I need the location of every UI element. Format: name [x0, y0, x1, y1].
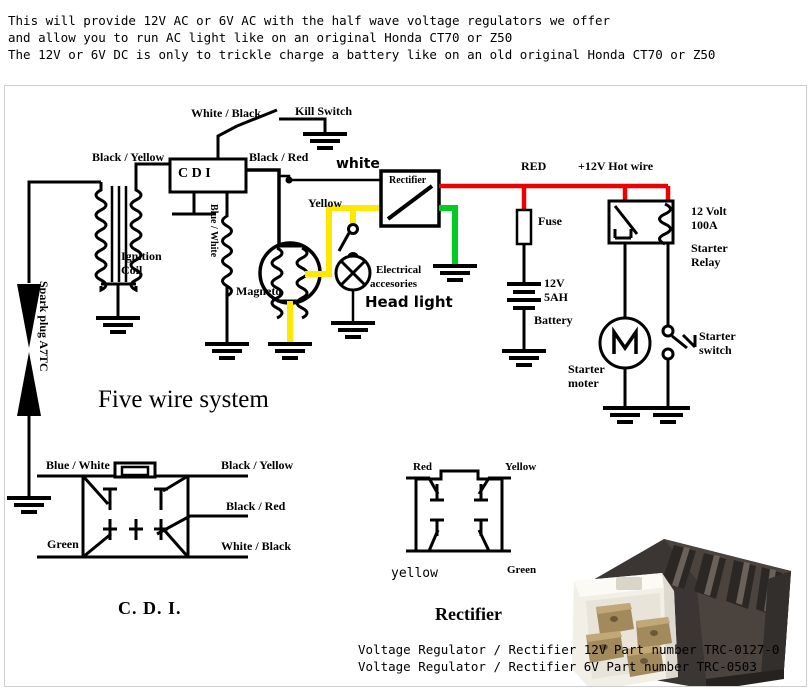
cdi-pin-blue-white: Blue / White [46, 458, 110, 472]
label-black-yellow: Black / Yellow [92, 150, 165, 164]
label-relay-amps: 100A [691, 218, 718, 232]
label-hot-wire: +12V Hot wire [578, 159, 654, 173]
cdi-pin-white-black: White / Black [221, 539, 292, 553]
page-root: This will provide 12V AC or 6V AC with t… [0, 0, 809, 689]
label-white-wire: white [336, 156, 380, 172]
label-ignition-coil-1: Ignition [121, 249, 162, 263]
part-numbers: Voltage Regulator / Rectifier 12V Part n… [358, 641, 803, 675]
label-relay-name-1: Starter [691, 241, 728, 255]
label-starter-switch-1: Starter [699, 329, 736, 343]
label-kill-switch: Kill Switch [295, 104, 353, 118]
label-electrical-1: Electrical [376, 264, 422, 276]
label-head-light: Head light [365, 293, 453, 311]
label-relay-name-2: Relay [691, 255, 721, 269]
label-black-red: Black / Red [249, 150, 309, 164]
label-white-black: White / Black [191, 106, 262, 120]
cdi-pin-black-yellow: Black / Yellow [221, 458, 294, 472]
label-fuse: Fuse [538, 214, 562, 228]
rect-pin-green: Green [507, 564, 537, 576]
rect-pin-red: Red [413, 461, 432, 473]
diagram-frame: White / Black Kill Switch Black / Yellow… [4, 85, 807, 687]
diagram-title: Five wire system [98, 386, 269, 413]
label-yellow-wire: Yellow [308, 196, 342, 210]
label-ignition-coil-2: Coil [121, 263, 143, 277]
label-rectifier-box: Rectifier [389, 175, 427, 186]
rect-pin-yellow-bottom: yellow [391, 566, 438, 581]
label-red: RED [521, 159, 547, 173]
ignition-coil [94, 162, 170, 334]
label-blue-white: Blue / White [208, 204, 219, 258]
starter-switch [644, 324, 697, 424]
note-line-3: The 12V or 6V DC is only to trickle char… [8, 47, 716, 62]
cdi-connector-title: C. D. I. [118, 598, 182, 618]
rect-pin-yellow-top: Yellow [505, 461, 537, 473]
note-line-2: and allow you to run AC light like on an… [8, 30, 513, 45]
starter-relay [607, 199, 675, 326]
part-number-12v: Voltage Regulator / Rectifier 12V Part n… [358, 642, 780, 657]
starter-motor [598, 316, 652, 424]
fuse-battery-circuit [500, 208, 548, 367]
label-starter-switch-2: switch [699, 343, 732, 357]
label-relay-volts: 12 Volt [691, 204, 727, 218]
label-magneto: Magneto [236, 284, 282, 298]
label-battery: Battery [534, 313, 573, 327]
label-starter-motor-2: moter [568, 376, 599, 390]
label-cdi: C D I [178, 166, 211, 181]
rectifier-connector-diagram [406, 469, 511, 553]
white-wire [279, 174, 381, 184]
cdi-pin-green: Green [47, 537, 79, 551]
rectifier-connector-title: Rectifier [435, 604, 502, 624]
label-starter-motor-1: Starter [568, 362, 605, 376]
label-spark-plug: Spark plug A7TC [37, 281, 51, 372]
header-note: This will provide 12V AC or 6V AC with t… [8, 12, 798, 63]
label-electrical-2: accesories [370, 278, 418, 290]
label-battery-volts: 12V [544, 276, 565, 290]
part-number-6v: Voltage Regulator / Rectifier 6V Part nu… [358, 659, 757, 674]
note-line-1: This will provide 12V AC or 6V AC with t… [8, 13, 611, 28]
head-light-circuit [329, 223, 377, 339]
cdi-pin-black-red: Black / Red [226, 499, 286, 513]
label-battery-amps: 5AH [544, 290, 568, 304]
